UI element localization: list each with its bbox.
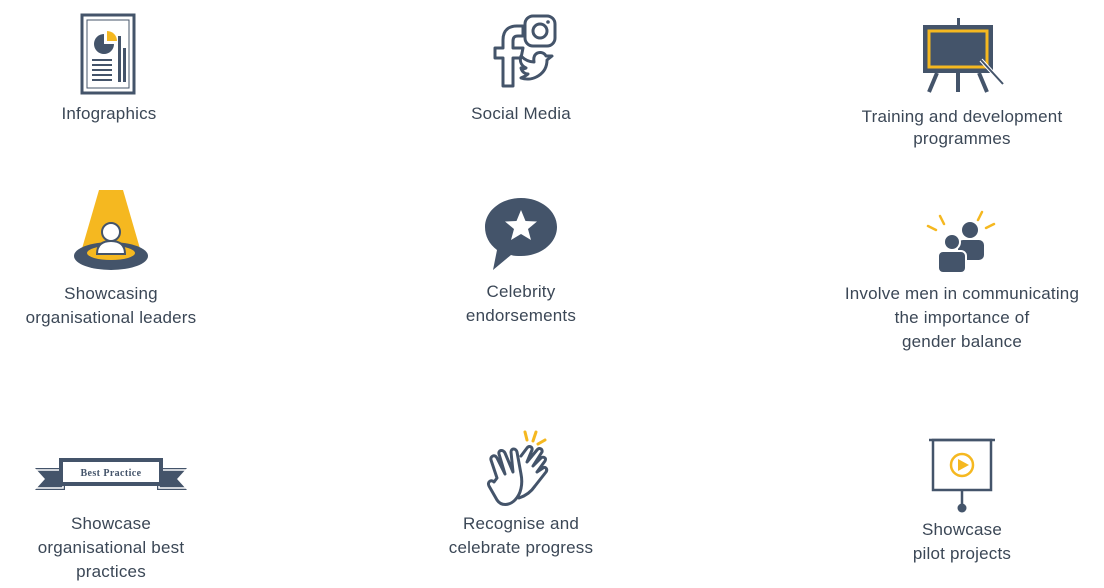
label-line: Involve men in communicating — [844, 284, 1080, 303]
item-label: Involve men in communicating the importa… — [845, 282, 1079, 354]
label-line: celebrate progress — [448, 538, 594, 557]
infographic-icon — [80, 13, 136, 95]
best-practice-ribbon-icon: Best Practice — [33, 458, 189, 490]
label-line: Showcasing — [64, 284, 158, 303]
item-recognise: Recognise and celebrate progress — [421, 428, 621, 560]
star-speech-bubble-icon — [485, 198, 557, 270]
training-easel-icon — [923, 18, 1005, 93]
item-label: Training and development programmes — [862, 106, 1063, 150]
label-line: Infographics — [61, 104, 157, 123]
clapping-hands-icon — [487, 430, 549, 506]
label-line: Showcase — [921, 520, 1003, 539]
label-line: endorsements — [465, 306, 577, 325]
item-label: Recognise and celebrate progress — [449, 512, 593, 560]
label-line: Showcase — [70, 514, 152, 533]
label-line: Training and development — [861, 107, 1063, 126]
label-line: programmes — [913, 129, 1011, 148]
label-line: Celebrity — [486, 282, 556, 301]
social-media-icon — [493, 14, 557, 88]
label-line: organisational leaders — [25, 308, 197, 327]
label-line: organisational best — [37, 538, 185, 557]
item-label: Infographics — [61, 102, 156, 126]
item-showcasing-leaders: Showcasing organisational leaders — [0, 186, 222, 330]
spotlight-leader-icon — [74, 190, 148, 270]
item-label: Social Media — [471, 102, 571, 126]
label-line: pilot projects — [912, 544, 1012, 563]
item-involve-men: Involve men in communicating the importa… — [820, 208, 1104, 354]
presentation-screen-icon — [929, 438, 995, 513]
item-label: Showcase organisational best practices — [38, 512, 185, 584]
item-label: Celebrity endorsements — [466, 280, 576, 328]
label-line: Recognise and — [462, 514, 579, 533]
label-line: practices — [76, 562, 146, 581]
label-line: gender balance — [901, 332, 1022, 351]
label-line: Social Media — [471, 104, 571, 123]
label-line: the importance of — [894, 308, 1030, 327]
item-label: Showcase pilot projects — [913, 518, 1011, 566]
item-infographics: Infographics — [29, 12, 189, 126]
item-training: Training and development programmes — [832, 16, 1092, 150]
item-label: Showcasing organisational leaders — [26, 282, 197, 330]
item-celebrity: Celebrity endorsements — [441, 194, 601, 328]
item-pilot-projects: Showcase pilot projects — [882, 436, 1042, 566]
people-communicating-icon — [926, 210, 996, 274]
ribbon-text: Best Practice — [80, 468, 141, 479]
item-best-practices: Best Practice Showcase organisational be… — [0, 456, 222, 584]
item-social-media: Social Media — [441, 12, 601, 126]
